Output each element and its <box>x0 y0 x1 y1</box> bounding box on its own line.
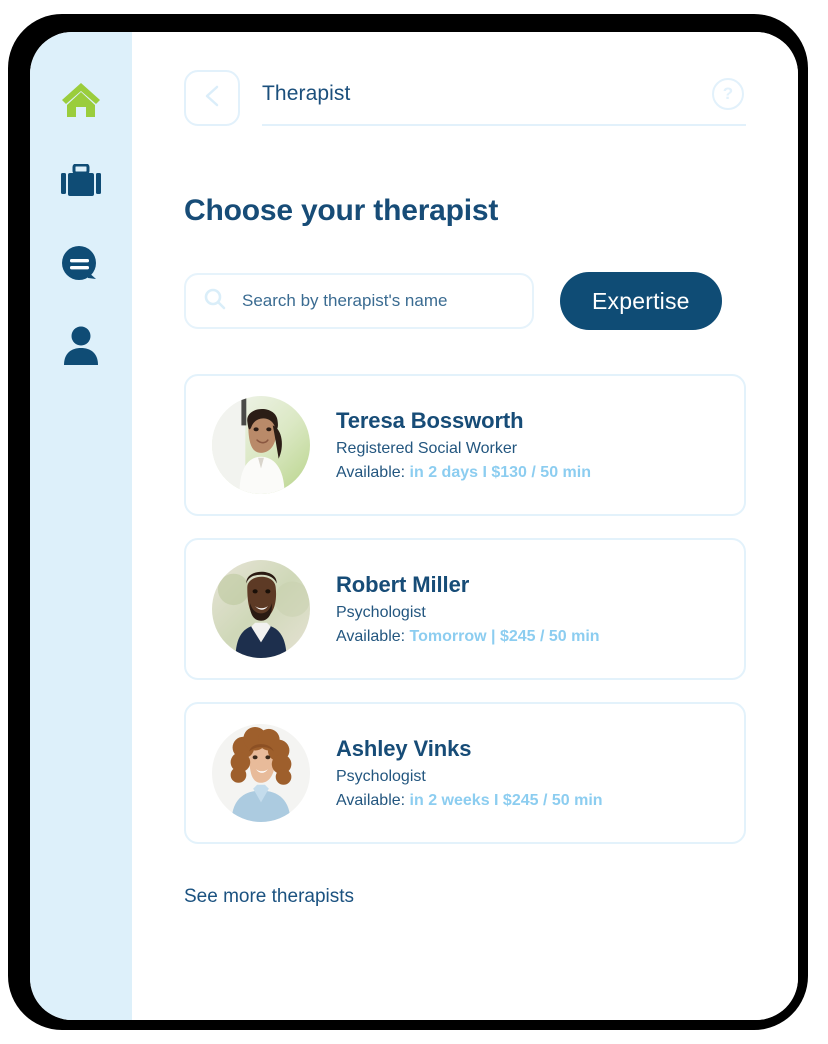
therapist-role: Psychologist <box>336 768 426 785</box>
therapist-card[interactable]: Robert Miller Psychologist Available: To… <box>184 538 746 680</box>
device-frame: Therapist ? Choose your therapist Search… <box>8 14 808 1030</box>
sidebar <box>30 32 132 1020</box>
therapist-role: Psychologist <box>336 604 426 621</box>
therapist-card[interactable]: Ashley Vinks Psychologist Available: in … <box>184 702 746 844</box>
sidebar-item-messages[interactable] <box>58 242 104 286</box>
availability-value: Tomorrow | $245 / 50 min <box>409 628 600 645</box>
search-icon <box>204 288 226 315</box>
therapist-name: Ashley Vinks <box>336 736 472 761</box>
therapist-name: Robert Miller <box>336 572 470 597</box>
expertise-button[interactable]: Expertise <box>560 272 722 330</box>
briefcase-icon <box>61 164 101 200</box>
device-screen: Therapist ? Choose your therapist Search… <box>30 32 798 1020</box>
search-input[interactable]: Search by therapist's name <box>184 273 534 329</box>
person-icon <box>62 326 100 366</box>
availability-value: in 2 weeks I $245 / 50 min <box>409 792 603 809</box>
therapist-info: Robert Miller Psychologist Available: To… <box>336 572 600 646</box>
availability-label: Available: <box>336 792 406 809</box>
back-button[interactable] <box>184 70 240 126</box>
search-row: Search by therapist's name Expertise <box>184 272 746 330</box>
therapist-info: Teresa Bossworth Registered Social Worke… <box>336 408 591 482</box>
therapist-availability: Available: Tomorrow | $245 / 50 min <box>336 628 600 646</box>
avatar <box>212 560 310 658</box>
header-title-bar: Therapist ? <box>262 70 746 126</box>
availability-value: in 2 days I $130 / 50 min <box>409 464 591 481</box>
sidebar-item-profile[interactable] <box>58 324 104 368</box>
therapist-info: Ashley Vinks Psychologist Available: in … <box>336 736 603 810</box>
availability-label: Available: <box>336 628 406 645</box>
help-icon[interactable]: ? <box>712 78 744 110</box>
availability-label: Available: <box>336 464 406 481</box>
sidebar-item-work[interactable] <box>58 160 104 204</box>
chevron-left-icon <box>204 84 220 113</box>
therapist-list: Teresa Bossworth Registered Social Worke… <box>184 374 746 844</box>
avatar <box>212 724 310 822</box>
therapist-role: Registered Social Worker <box>336 440 518 457</box>
home-icon <box>60 81 102 119</box>
page-header: Therapist ? <box>184 32 746 126</box>
therapist-name: Teresa Bossworth <box>336 408 524 433</box>
avatar <box>212 396 310 494</box>
search-placeholder: Search by therapist's name <box>242 291 448 310</box>
page-title-header: Therapist <box>262 82 351 105</box>
chat-bubble-icon <box>61 245 101 283</box>
therapist-availability: Available: in 2 days I $130 / 50 min <box>336 464 591 482</box>
therapist-card[interactable]: Teresa Bossworth Registered Social Worke… <box>184 374 746 516</box>
therapist-availability: Available: in 2 weeks I $245 / 50 min <box>336 792 603 810</box>
see-more-therapists-link[interactable]: See more therapists <box>184 886 354 908</box>
main-content: Therapist ? Choose your therapist Search… <box>132 32 798 1020</box>
page-title: Choose your therapist <box>184 194 499 227</box>
sidebar-item-home[interactable] <box>58 78 104 122</box>
